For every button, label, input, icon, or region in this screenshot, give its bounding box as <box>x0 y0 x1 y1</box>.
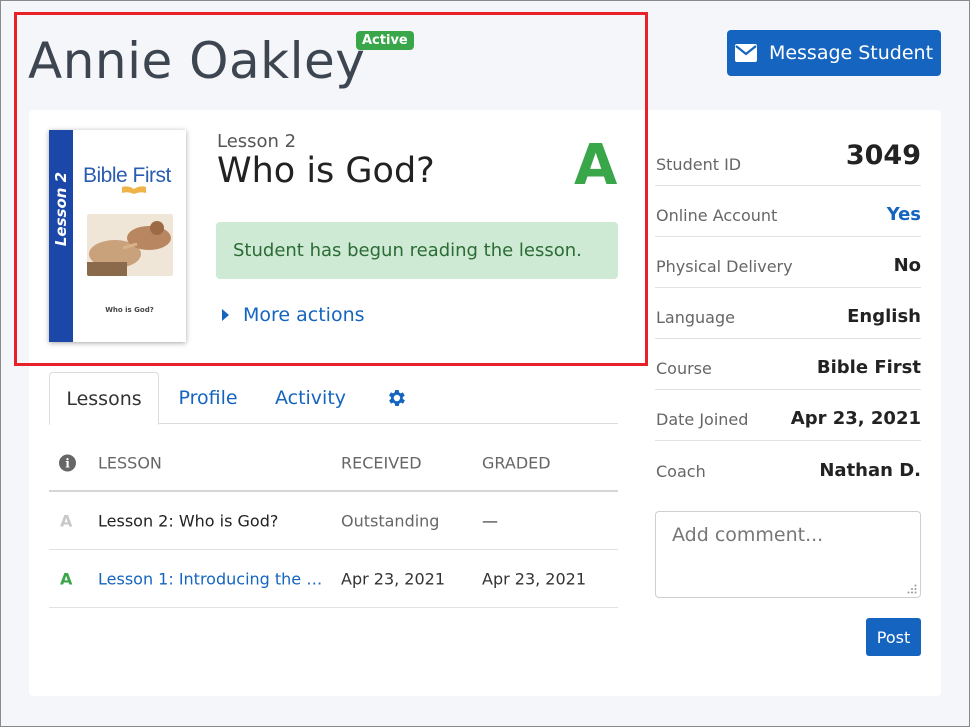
student-details-panel: Student ID 3049 Online Account Yes Physi… <box>655 135 921 492</box>
info-icon[interactable]: i <box>59 454 76 472</box>
row-grade: A <box>60 569 73 588</box>
language-value: English <box>847 306 921 327</box>
tab-settings[interactable] <box>381 372 411 424</box>
lesson-grade: A <box>574 133 618 198</box>
message-student-label: Message Student <box>768 42 934 64</box>
student-id-value: 3049 <box>845 140 921 171</box>
student-id-label: Student ID <box>656 155 742 174</box>
header-graded: GRADED <box>482 453 551 473</box>
lesson-title: Who is God? <box>217 151 435 191</box>
comment-placeholder: Add comment... <box>672 524 824 546</box>
detail-row-course: Course Bible First <box>655 339 921 390</box>
online-account-label: Online Account <box>656 206 778 225</box>
student-name: Annie Oakley <box>28 32 366 90</box>
envelope-icon <box>734 44 757 62</box>
header-received: RECEIVED <box>341 453 422 473</box>
gear-icon <box>389 390 405 406</box>
detail-row-student-id: Student ID 3049 <box>655 135 921 186</box>
lesson-cover-image: Lesson 2 Bible First Who is God? <box>49 130 186 342</box>
detail-row-language: Language English <box>655 288 921 339</box>
lesson-number: Lesson 2 <box>217 131 297 152</box>
row-lesson-link[interactable]: Lesson 1: Introducing the Bi... <box>98 569 328 588</box>
cover-subtitle: Who is God? <box>105 306 154 314</box>
date-joined-label: Date Joined <box>656 410 749 429</box>
row-graded: — <box>482 511 498 530</box>
row-graded: Apr 23, 2021 <box>482 569 587 588</box>
tab-profile[interactable]: Profile <box>173 372 243 424</box>
lessons-table: i LESSON RECEIVED GRADED A Lesson 2: Who… <box>49 436 618 608</box>
more-actions-toggle[interactable]: More actions <box>222 304 365 326</box>
row-lesson-name: Lesson 2: Who is God? <box>98 511 279 530</box>
date-joined-value: Apr 23, 2021 <box>790 408 921 429</box>
open-book-icon <box>122 186 146 194</box>
row-grade: A <box>60 511 73 530</box>
post-comment-button[interactable]: Post <box>866 618 921 656</box>
tab-activity[interactable]: Activity <box>273 372 348 424</box>
message-student-button[interactable]: Message Student <box>727 30 941 76</box>
course-value: Bible First <box>816 357 921 378</box>
comment-input[interactable]: Add comment... <box>655 511 921 598</box>
creation-of-adam-art <box>87 214 173 276</box>
detail-row-date-joined: Date Joined Apr 23, 2021 <box>655 390 921 441</box>
resize-grip-icon[interactable] <box>907 584 917 594</box>
detail-row-physical-delivery: Physical Delivery No <box>655 237 921 288</box>
detail-row-coach: Coach Nathan D. <box>655 441 921 492</box>
row-received: Apr 23, 2021 <box>341 569 446 588</box>
physical-delivery-value: No <box>893 255 921 276</box>
status-badge: Active <box>356 31 414 50</box>
caret-right-icon <box>222 309 229 321</box>
row-received: Outstanding <box>341 511 440 530</box>
cover-spine-text: Lesson 2 <box>52 171 70 247</box>
more-actions-label: More actions <box>243 304 365 326</box>
coach-value: Nathan D. <box>819 460 921 481</box>
course-label: Course <box>656 359 712 378</box>
table-row: A Lesson 2: Who is God? Outstanding — <box>49 492 618 550</box>
language-label: Language <box>656 308 735 327</box>
coach-label: Coach <box>656 462 706 481</box>
tab-bar: Lessons Profile Activity <box>49 372 618 425</box>
header-lesson: LESSON <box>98 453 162 473</box>
tab-lessons[interactable]: Lessons <box>49 372 159 425</box>
online-account-value[interactable]: Yes <box>887 204 921 225</box>
detail-row-online-account: Online Account Yes <box>655 186 921 237</box>
lesson-status-alert: Student has begun reading the lesson. <box>216 222 618 279</box>
physical-delivery-label: Physical Delivery <box>656 257 793 276</box>
table-header-row: i LESSON RECEIVED GRADED <box>49 436 618 492</box>
table-row: A Lesson 1: Introducing the Bi... Apr 23… <box>49 550 618 608</box>
cover-spine: Lesson 2 <box>49 130 73 342</box>
